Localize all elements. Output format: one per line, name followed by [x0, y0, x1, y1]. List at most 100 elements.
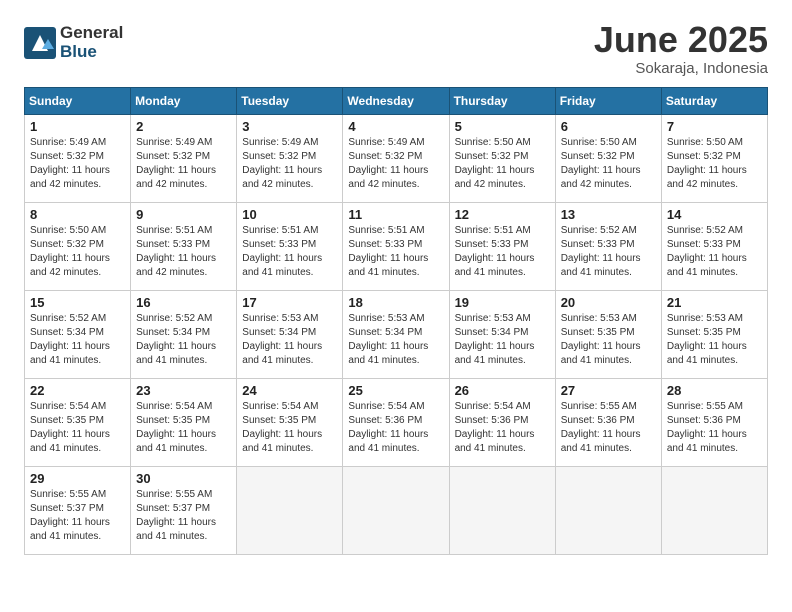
- day-cell-20: 20 Sunrise: 5:53 AM Sunset: 5:35 PM Dayl…: [555, 290, 661, 378]
- day-cell-25: 25 Sunrise: 5:54 AM Sunset: 5:36 PM Dayl…: [343, 378, 449, 466]
- day-cell-26: 26 Sunrise: 5:54 AM Sunset: 5:36 PM Dayl…: [449, 378, 555, 466]
- day-number-16: 16: [136, 295, 231, 310]
- day-number-17: 17: [242, 295, 337, 310]
- cell-content-26: Sunrise: 5:54 AM Sunset: 5:36 PM Dayligh…: [455, 400, 550, 456]
- day-cell-5: 5 Sunrise: 5:50 AM Sunset: 5:32 PM Dayli…: [449, 114, 555, 202]
- day-number-8: 8: [30, 207, 125, 222]
- day-cell-24: 24 Sunrise: 5:54 AM Sunset: 5:35 PM Dayl…: [237, 378, 343, 466]
- logo-text: General Blue: [60, 24, 123, 61]
- day-number-26: 26: [455, 383, 550, 398]
- logo-blue: Blue: [60, 43, 123, 62]
- cell-content-5: Sunrise: 5:50 AM Sunset: 5:32 PM Dayligh…: [455, 136, 550, 192]
- cell-content-29: Sunrise: 5:55 AM Sunset: 5:37 PM Dayligh…: [30, 488, 125, 544]
- day-number-15: 15: [30, 295, 125, 310]
- day-cell-1: 1 Sunrise: 5:49 AM Sunset: 5:32 PM Dayli…: [25, 114, 131, 202]
- cell-content-4: Sunrise: 5:49 AM Sunset: 5:32 PM Dayligh…: [348, 136, 443, 192]
- col-monday: Monday: [131, 87, 237, 114]
- cell-content-17: Sunrise: 5:53 AM Sunset: 5:34 PM Dayligh…: [242, 312, 337, 368]
- day-number-4: 4: [348, 119, 443, 134]
- day-number-5: 5: [455, 119, 550, 134]
- cell-content-21: Sunrise: 5:53 AM Sunset: 5:35 PM Dayligh…: [667, 312, 762, 368]
- cell-content-24: Sunrise: 5:54 AM Sunset: 5:35 PM Dayligh…: [242, 400, 337, 456]
- day-cell-9: 9 Sunrise: 5:51 AM Sunset: 5:33 PM Dayli…: [131, 202, 237, 290]
- day-number-30: 30: [136, 471, 231, 486]
- calendar-row: 29 Sunrise: 5:55 AM Sunset: 5:37 PM Dayl…: [25, 466, 768, 554]
- empty-cell: [555, 466, 661, 554]
- day-cell-22: 22 Sunrise: 5:54 AM Sunset: 5:35 PM Dayl…: [25, 378, 131, 466]
- cell-content-19: Sunrise: 5:53 AM Sunset: 5:34 PM Dayligh…: [455, 312, 550, 368]
- cell-content-11: Sunrise: 5:51 AM Sunset: 5:33 PM Dayligh…: [348, 224, 443, 280]
- day-number-27: 27: [561, 383, 656, 398]
- day-cell-10: 10 Sunrise: 5:51 AM Sunset: 5:33 PM Dayl…: [237, 202, 343, 290]
- cell-content-15: Sunrise: 5:52 AM Sunset: 5:34 PM Dayligh…: [30, 312, 125, 368]
- cell-content-10: Sunrise: 5:51 AM Sunset: 5:33 PM Dayligh…: [242, 224, 337, 280]
- cell-content-16: Sunrise: 5:52 AM Sunset: 5:34 PM Dayligh…: [136, 312, 231, 368]
- empty-cell: [343, 466, 449, 554]
- col-friday: Friday: [555, 87, 661, 114]
- cell-content-18: Sunrise: 5:53 AM Sunset: 5:34 PM Dayligh…: [348, 312, 443, 368]
- day-cell-3: 3 Sunrise: 5:49 AM Sunset: 5:32 PM Dayli…: [237, 114, 343, 202]
- month-title: June 2025: [594, 20, 768, 60]
- day-number-3: 3: [242, 119, 337, 134]
- day-cell-4: 4 Sunrise: 5:49 AM Sunset: 5:32 PM Dayli…: [343, 114, 449, 202]
- day-number-25: 25: [348, 383, 443, 398]
- day-cell-14: 14 Sunrise: 5:52 AM Sunset: 5:33 PM Dayl…: [661, 202, 767, 290]
- page-header: General Blue June 2025 Sokaraja, Indones…: [24, 20, 768, 77]
- col-wednesday: Wednesday: [343, 87, 449, 114]
- day-number-9: 9: [136, 207, 231, 222]
- cell-content-23: Sunrise: 5:54 AM Sunset: 5:35 PM Dayligh…: [136, 400, 231, 456]
- day-cell-7: 7 Sunrise: 5:50 AM Sunset: 5:32 PM Dayli…: [661, 114, 767, 202]
- cell-content-14: Sunrise: 5:52 AM Sunset: 5:33 PM Dayligh…: [667, 224, 762, 280]
- col-thursday: Thursday: [449, 87, 555, 114]
- day-cell-6: 6 Sunrise: 5:50 AM Sunset: 5:32 PM Dayli…: [555, 114, 661, 202]
- logo-general: General: [60, 24, 123, 43]
- title-area: June 2025 Sokaraja, Indonesia: [594, 20, 768, 77]
- calendar-row: 15 Sunrise: 5:52 AM Sunset: 5:34 PM Dayl…: [25, 290, 768, 378]
- empty-cell: [661, 466, 767, 554]
- location-title: Sokaraja, Indonesia: [594, 60, 768, 77]
- cell-content-1: Sunrise: 5:49 AM Sunset: 5:32 PM Dayligh…: [30, 136, 125, 192]
- col-saturday: Saturday: [661, 87, 767, 114]
- col-sunday: Sunday: [25, 87, 131, 114]
- calendar-table: Sunday Monday Tuesday Wednesday Thursday…: [24, 87, 768, 555]
- day-cell-23: 23 Sunrise: 5:54 AM Sunset: 5:35 PM Dayl…: [131, 378, 237, 466]
- day-number-20: 20: [561, 295, 656, 310]
- cell-content-2: Sunrise: 5:49 AM Sunset: 5:32 PM Dayligh…: [136, 136, 231, 192]
- day-cell-21: 21 Sunrise: 5:53 AM Sunset: 5:35 PM Dayl…: [661, 290, 767, 378]
- day-number-28: 28: [667, 383, 762, 398]
- cell-content-6: Sunrise: 5:50 AM Sunset: 5:32 PM Dayligh…: [561, 136, 656, 192]
- cell-content-22: Sunrise: 5:54 AM Sunset: 5:35 PM Dayligh…: [30, 400, 125, 456]
- day-cell-19: 19 Sunrise: 5:53 AM Sunset: 5:34 PM Dayl…: [449, 290, 555, 378]
- logo: General Blue: [24, 24, 123, 61]
- day-cell-13: 13 Sunrise: 5:52 AM Sunset: 5:33 PM Dayl…: [555, 202, 661, 290]
- day-number-13: 13: [561, 207, 656, 222]
- col-tuesday: Tuesday: [237, 87, 343, 114]
- day-cell-28: 28 Sunrise: 5:55 AM Sunset: 5:36 PM Dayl…: [661, 378, 767, 466]
- calendar-row: 22 Sunrise: 5:54 AM Sunset: 5:35 PM Dayl…: [25, 378, 768, 466]
- day-number-21: 21: [667, 295, 762, 310]
- cell-content-28: Sunrise: 5:55 AM Sunset: 5:36 PM Dayligh…: [667, 400, 762, 456]
- calendar-row: 8 Sunrise: 5:50 AM Sunset: 5:32 PM Dayli…: [25, 202, 768, 290]
- day-cell-18: 18 Sunrise: 5:53 AM Sunset: 5:34 PM Dayl…: [343, 290, 449, 378]
- day-number-18: 18: [348, 295, 443, 310]
- day-cell-30: 30 Sunrise: 5:55 AM Sunset: 5:37 PM Dayl…: [131, 466, 237, 554]
- cell-content-8: Sunrise: 5:50 AM Sunset: 5:32 PM Dayligh…: [30, 224, 125, 280]
- day-number-14: 14: [667, 207, 762, 222]
- cell-content-7: Sunrise: 5:50 AM Sunset: 5:32 PM Dayligh…: [667, 136, 762, 192]
- day-number-1: 1: [30, 119, 125, 134]
- day-cell-12: 12 Sunrise: 5:51 AM Sunset: 5:33 PM Dayl…: [449, 202, 555, 290]
- header-row: Sunday Monday Tuesday Wednesday Thursday…: [25, 87, 768, 114]
- day-number-6: 6: [561, 119, 656, 134]
- day-number-12: 12: [455, 207, 550, 222]
- day-cell-17: 17 Sunrise: 5:53 AM Sunset: 5:34 PM Dayl…: [237, 290, 343, 378]
- cell-content-30: Sunrise: 5:55 AM Sunset: 5:37 PM Dayligh…: [136, 488, 231, 544]
- cell-content-27: Sunrise: 5:55 AM Sunset: 5:36 PM Dayligh…: [561, 400, 656, 456]
- day-number-10: 10: [242, 207, 337, 222]
- day-cell-27: 27 Sunrise: 5:55 AM Sunset: 5:36 PM Dayl…: [555, 378, 661, 466]
- empty-cell: [449, 466, 555, 554]
- day-cell-29: 29 Sunrise: 5:55 AM Sunset: 5:37 PM Dayl…: [25, 466, 131, 554]
- calendar-row: 1 Sunrise: 5:49 AM Sunset: 5:32 PM Dayli…: [25, 114, 768, 202]
- day-cell-2: 2 Sunrise: 5:49 AM Sunset: 5:32 PM Dayli…: [131, 114, 237, 202]
- logo-icon: [24, 27, 56, 59]
- day-number-23: 23: [136, 383, 231, 398]
